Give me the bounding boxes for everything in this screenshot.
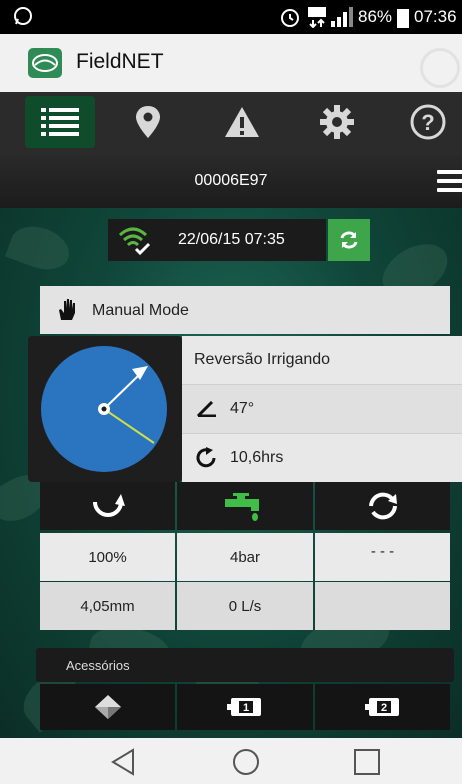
accessory-1-label: 1 [243,702,249,714]
stat-speed: 100% [40,533,175,581]
accessories-label: Acessórios [66,658,130,673]
list-icon [41,108,79,136]
nav-help-button[interactable]: ? [393,96,462,148]
mode-bar[interactable]: Manual Mode [40,286,450,334]
loading-spinner [420,48,460,88]
stat-reverse-cell[interactable] [40,482,175,530]
water-tap-icon [225,493,259,521]
device-id: 00006E97 [194,172,268,189]
stat-flow: 0 L/s [177,582,313,630]
battery-percent: 86% [358,7,393,26]
stat-empty [315,582,450,630]
battery-1-icon: 1 [227,698,261,716]
angle-icon [196,401,216,417]
cycle-icon [368,492,397,520]
nav-list-button[interactable] [25,96,95,148]
diamond-icon [94,695,121,719]
pivot-status-panel: Reversão Irrigando 47° 10,6hrs [182,336,462,482]
hours-row: 10,6hrs [182,434,462,482]
signal-icon [331,7,353,27]
accessory-aux-1[interactable]: 1 [177,684,313,730]
pivot-status: Reversão Irrigando [194,351,331,368]
data-icon [308,7,326,28]
accessory-endgun[interactable] [40,684,175,730]
last-sync-box: 22/06/15 07:35 [108,219,326,261]
whatsapp-icon [14,7,32,25]
wifi-check-icon [118,227,151,255]
clock: 07:36 [414,7,457,26]
hand-icon [59,299,75,320]
device-header: 00006E97 [0,154,462,208]
back-icon[interactable] [110,748,136,776]
stat-cycle-cell[interactable] [315,482,450,530]
stat-depth: 4,05mm [40,582,175,630]
pivot-hours: 10,6hrs [230,449,284,466]
accessories-header: Acessórios [36,648,454,682]
nav-bar: ? [0,92,462,154]
app-bar: FieldNET [0,34,462,92]
refresh-icon [340,231,358,249]
recents-icon[interactable] [353,748,381,776]
sync-datetime: 22/06/15 07:35 [178,231,285,248]
mode-label: Manual Mode [92,302,189,319]
menu-icon[interactable] [437,170,462,192]
app-title: FieldNET [76,50,164,73]
battery-icon [397,9,409,28]
status-row: Reversão Irrigando [182,336,462,385]
accessory-2-label: 2 [380,702,386,714]
stat-water-cell[interactable] [177,482,313,530]
refresh-button[interactable] [328,219,370,261]
pivot-diagram [41,346,167,472]
reverse-icon [92,494,125,517]
stat-pressure: 4bar [177,533,313,581]
angle-row: 47° [182,385,462,434]
nav-settings-button[interactable] [302,96,372,148]
accessory-aux-2[interactable]: 2 [315,684,450,730]
nav-map-button[interactable] [113,96,183,148]
fieldnet-logo [28,48,62,78]
stat-cycle-value: - - - [315,533,450,581]
pivot-angle: 47° [230,400,255,417]
status-bar: 86% 07:36 [0,0,462,34]
gear-icon [320,105,354,139]
pivot-panel[interactable] [28,336,182,482]
home-icon[interactable] [232,748,260,776]
nav-alerts-button[interactable] [207,96,277,148]
battery-2-icon: 2 [364,698,399,716]
warning-icon [225,107,259,137]
map-pin-icon [136,106,160,138]
help-icon: ? [410,104,446,140]
alarm-icon [281,9,299,27]
system-nav-bar [0,738,462,784]
svg-text:?: ? [421,110,434,135]
clockwise-icon [196,447,216,468]
